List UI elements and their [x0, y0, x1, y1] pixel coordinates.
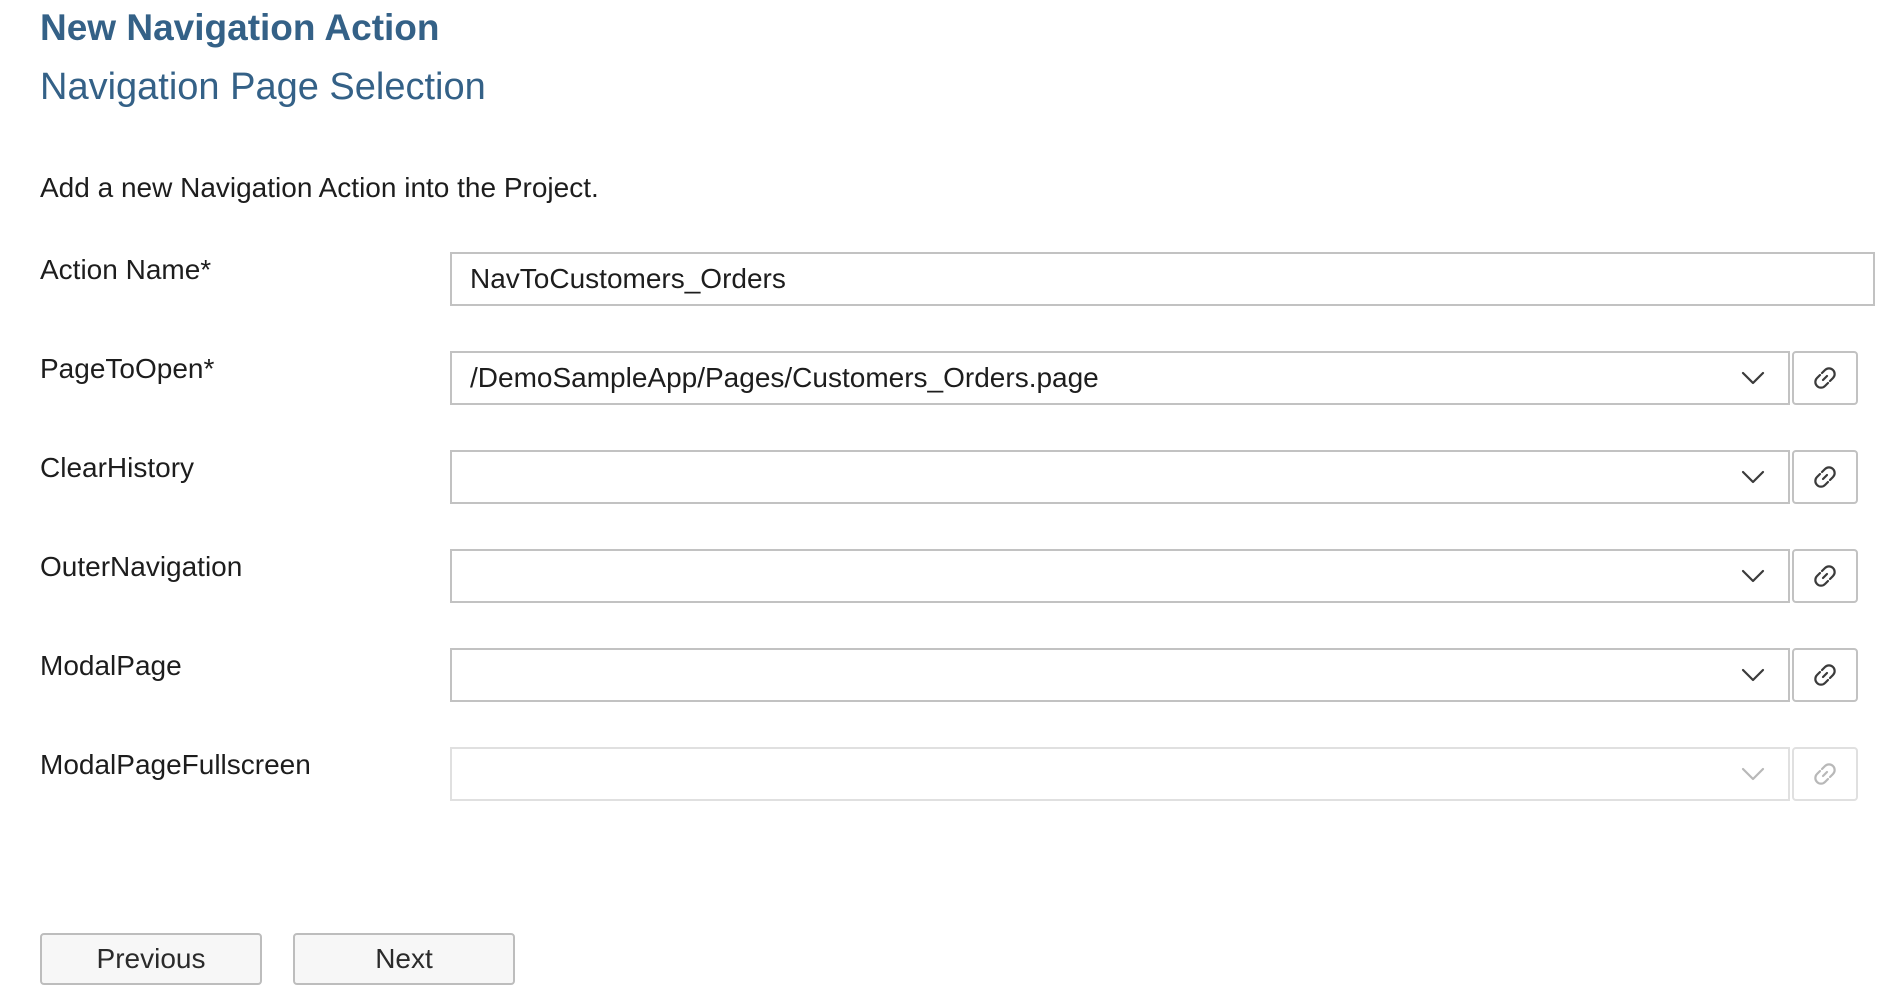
- form-row-page-to-open: PageToOpen* /DemoSampleApp/Pages/Custome…: [0, 351, 1888, 405]
- form-row-clear-history: ClearHistory: [0, 450, 1888, 504]
- link-icon: [1814, 664, 1836, 686]
- page-to-open-binding-button[interactable]: [1792, 351, 1858, 405]
- link-icon: [1814, 565, 1836, 587]
- form-row-modal-page-fullscreen: ModalPageFullscreen: [0, 747, 1888, 801]
- form-row-action-name: Action Name*: [0, 252, 1888, 306]
- step-title: Navigation Page Selection: [40, 66, 486, 108]
- chevron-down-icon[interactable]: [1740, 662, 1766, 688]
- page-to-open-select[interactable]: /DemoSampleApp/Pages/Customers_Orders.pa…: [450, 351, 1790, 405]
- page-to-open-value: /DemoSampleApp/Pages/Customers_Orders.pa…: [470, 362, 1099, 393]
- wizard-title: New Navigation Action: [40, 7, 440, 48]
- chevron-down-icon[interactable]: [1740, 365, 1766, 391]
- clear-history-select[interactable]: [450, 450, 1790, 504]
- navigation-action-wizard: New Navigation Action Navigation Page Se…: [0, 0, 1888, 992]
- clear-history-label: ClearHistory: [40, 452, 195, 483]
- page-to-open-label: PageToOpen*: [40, 353, 215, 384]
- modal-page-binding-button[interactable]: [1792, 648, 1858, 702]
- wizard-description: Add a new Navigation Action into the Pro…: [40, 172, 599, 203]
- outer-navigation-binding-button[interactable]: [1792, 549, 1858, 603]
- modal-page-fullscreen-select: [450, 747, 1790, 801]
- link-icon: [1814, 763, 1836, 785]
- next-button[interactable]: Next: [293, 933, 515, 985]
- outer-navigation-select[interactable]: [450, 549, 1790, 603]
- modal-page-select[interactable]: [450, 648, 1790, 702]
- clear-history-binding-button[interactable]: [1792, 450, 1858, 504]
- chevron-down-icon[interactable]: [1740, 464, 1766, 490]
- modal-page-label: ModalPage: [40, 650, 182, 681]
- previous-button[interactable]: Previous: [40, 933, 262, 985]
- form-row-outer-navigation: OuterNavigation: [0, 549, 1888, 603]
- outer-navigation-label: OuterNavigation: [40, 551, 243, 582]
- chevron-down-icon: [1741, 767, 1765, 781]
- link-icon: [1814, 367, 1836, 389]
- chevron-down-icon[interactable]: [1740, 563, 1766, 589]
- link-icon: [1814, 466, 1836, 488]
- modal-page-fullscreen-label: ModalPageFullscreen: [40, 749, 311, 780]
- form-row-modal-page: ModalPage: [0, 648, 1888, 702]
- modal-page-fullscreen-binding-button: [1792, 747, 1858, 801]
- action-name-input[interactable]: [450, 252, 1875, 306]
- action-name-label: Action Name*: [40, 254, 212, 285]
